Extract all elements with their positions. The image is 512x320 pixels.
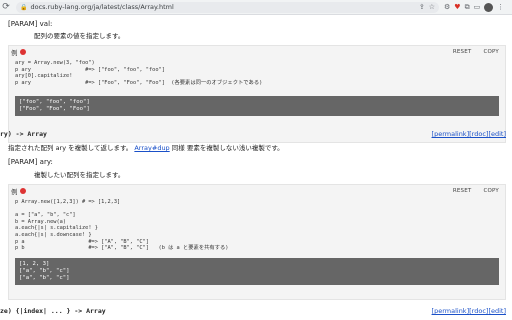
code-output: [1, 2, 3] ["a", "b", "c"] ["a", "b", "c"… [15,257,499,285]
param-desc-val: 配列の要素の値を指定します。 [34,32,125,40]
rdoc-link[interactable]: [rdoc] [469,307,488,315]
extension-puzzle-icon[interactable]: ⚙ [444,3,450,11]
menu-icon[interactable]: ⋮ [497,3,504,11]
param-label-val: [PARAM] val: [8,20,53,28]
code-editor[interactable]: ary = Array.new(3, "foo") p ary #=> ["fo… [9,58,505,88]
array-dup-link[interactable]: Array#dup [134,144,169,152]
address-bar[interactable]: 🔒 docs.ruby-lang.org/ja/latest/class/Arr… [16,1,439,13]
browser-toolbar: ⟳ 🔒 docs.ruby-lang.org/ja/latest/class/A… [0,0,512,15]
method-description: 指定された配列 ary を複製して返します。 Array#dup 同様 要素を複… [8,144,284,152]
rdoc-link[interactable]: [rdoc] [469,130,488,138]
page-content: [PARAM] val: 配列の要素の値を指定します。 例 RESET COPY… [0,15,512,320]
reset-button[interactable]: RESET [453,49,472,55]
lock-icon: 🔒 [20,3,28,11]
example-label: 例 [11,188,18,196]
edit-link[interactable]: [edit] [488,307,506,315]
example-block-2: 例 RESET COPY p Array.new([1,2,3]) # => [… [8,184,506,300]
extension-heart-icon[interactable]: ♥ [454,3,460,11]
example-block-1: 例 RESET COPY ary = Array.new(3, "foo") p… [8,45,506,143]
method-links: [permalink][rdoc][edit] [432,130,506,138]
ruby-icon [19,49,26,55]
method-signature-2: ze) {|index| ... } -> Array [0,307,106,315]
permalink-link[interactable]: [permalink] [432,307,470,315]
extension-icon[interactable]: ⧉ [465,3,470,12]
url-text: docs.ruby-lang.org/ja/latest/class/Array… [30,3,174,11]
edit-link[interactable]: [edit] [488,130,506,138]
reset-button[interactable]: RESET [453,188,472,194]
ruby-icon [19,188,26,194]
copy-button[interactable]: COPY [483,188,499,194]
example-label: 例 [11,49,18,57]
param-label-ary: [PARAM] ary: [8,158,53,166]
share-icon[interactable]: ⇪ [419,3,425,11]
avatar[interactable] [484,2,494,12]
copy-button[interactable]: COPY [483,49,499,55]
reload-icon[interactable]: ⟳ [0,1,12,13]
method-signature: ry) -> Array [0,130,47,138]
side-panel-icon[interactable]: ▭ [474,3,481,11]
method-links-2: [permalink][rdoc][edit] [432,307,506,315]
code-output: ["foo", "foo", "foo"] ["Foo", "Foo", "Fo… [15,96,499,117]
code-editor[interactable]: p Array.new([1,2,3]) # => [1,2,3] a = ["… [9,197,505,254]
bookmark-star-icon[interactable]: ☆ [429,3,435,11]
param-desc-ary: 複製したい配列を指定します。 [34,171,125,179]
permalink-link[interactable]: [permalink] [432,130,470,138]
